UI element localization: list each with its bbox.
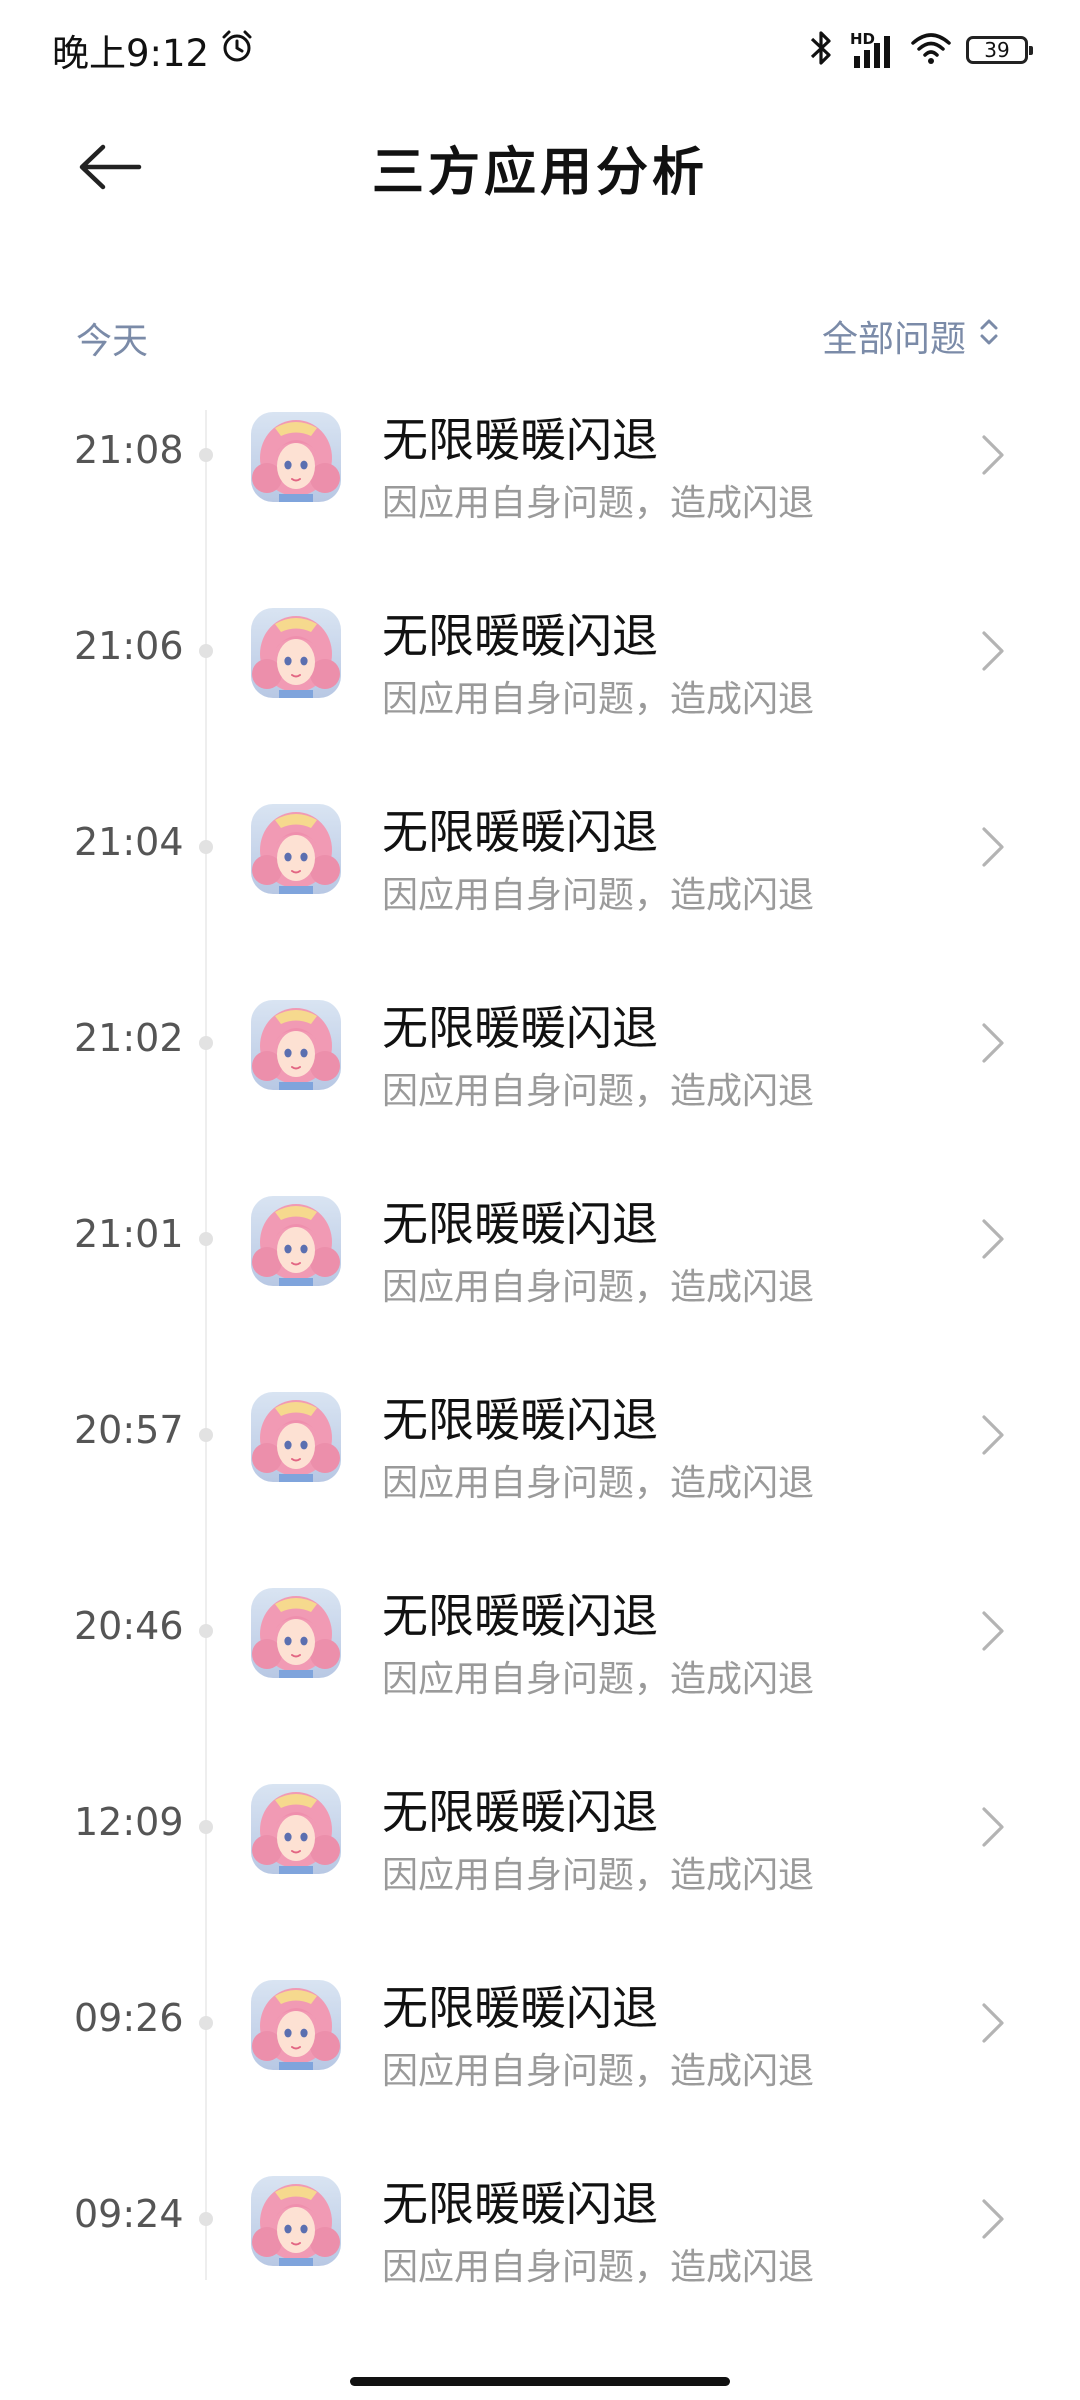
- crash-event-item[interactable]: 21:08 无限暖暖闪退 因应用自身问题，造成闪退: [0, 400, 1080, 552]
- chevron-right-icon: [978, 1020, 1008, 1066]
- gesture-bar[interactable]: [350, 2377, 730, 2386]
- chevron-right-icon: [978, 1412, 1008, 1458]
- event-subtitle: 因应用自身问题，造成闪退: [382, 2247, 815, 2288]
- crash-event-item[interactable]: 09:24 无限暖暖闪退 因应用自身问题，造成闪退: [0, 2120, 1080, 2290]
- timeline-dot: [199, 1820, 213, 1834]
- timeline-dot: [199, 2016, 213, 2030]
- timeline-dot: [199, 644, 213, 658]
- event-title: 无限暖暖闪退: [382, 1589, 658, 1643]
- status-right: HD 39: [806, 22, 1033, 78]
- issue-filter-label: 全部问题: [821, 319, 966, 360]
- event-subtitle: 因应用自身问题，造成闪退: [382, 1659, 815, 1700]
- event-title: 无限暖暖闪退: [382, 2177, 658, 2231]
- chevron-right-icon: [978, 628, 1008, 674]
- timeline-dot: [199, 1232, 213, 1246]
- event-subtitle: 因应用自身问题，造成闪退: [382, 679, 815, 720]
- event-time: 20:57: [74, 1408, 184, 1452]
- chevron-right-icon: [978, 432, 1008, 478]
- app-icon: [251, 1196, 341, 1286]
- crash-event-item[interactable]: 20:46 无限暖暖闪退 因应用自身问题，造成闪退: [0, 1532, 1080, 1728]
- chevron-right-icon: [978, 2000, 1008, 2046]
- crash-event-list[interactable]: 21:08 无限暖暖闪退 因应用自身问题，造成闪退 21:06 无限暖暖闪退 因…: [0, 400, 1080, 2290]
- event-title: 无限暖暖闪退: [382, 1197, 658, 1251]
- crash-event-list-inner: 21:08 无限暖暖闪退 因应用自身问题，造成闪退 21:06 无限暖暖闪退 因…: [0, 400, 1080, 2290]
- crash-event-item[interactable]: 20:57 无限暖暖闪退 因应用自身问题，造成闪退: [0, 1336, 1080, 1532]
- app-icon: [251, 1980, 341, 2070]
- event-time: 21:06: [74, 624, 184, 668]
- event-title: 无限暖暖闪退: [382, 1001, 658, 1055]
- event-time: 21:02: [74, 1016, 184, 1060]
- crash-event-item[interactable]: 21:04 无限暖暖闪退 因应用自身问题，造成闪退: [0, 748, 1080, 944]
- event-subtitle: 因应用自身问题，造成闪退: [382, 1267, 815, 1308]
- timeline-dot: [199, 840, 213, 854]
- app-icon: [251, 2176, 341, 2266]
- app-icon: [251, 1784, 341, 1874]
- chevron-right-icon: [978, 1216, 1008, 1262]
- event-subtitle: 因应用自身问题，造成闪退: [382, 875, 815, 916]
- signal-icon: HD: [850, 30, 896, 70]
- status-left: 晚上9:12: [52, 22, 255, 78]
- filter-row: 今天 全部问题: [0, 300, 1080, 370]
- chevron-right-icon: [978, 1804, 1008, 1850]
- timeline-dot: [199, 1428, 213, 1442]
- chevron-right-icon: [978, 824, 1008, 870]
- event-time: 09:26: [74, 1996, 184, 2040]
- header: 三方应用分析: [0, 100, 1080, 240]
- event-title: 无限暖暖闪退: [382, 805, 658, 859]
- event-title: 无限暖暖闪退: [382, 1785, 658, 1839]
- timeline-dot: [199, 2212, 213, 2226]
- crash-event-item[interactable]: 21:02 无限暖暖闪退 因应用自身问题，造成闪退: [0, 944, 1080, 1140]
- event-time: 21:04: [74, 820, 184, 864]
- app-icon: [251, 804, 341, 894]
- timeline-dot: [199, 1036, 213, 1050]
- status-bar: 晚上9:12 HD 39: [0, 0, 1080, 100]
- event-time: 21:01: [74, 1212, 184, 1256]
- crash-event-item[interactable]: 09:26 无限暖暖闪退 因应用自身问题，造成闪退: [0, 1924, 1080, 2120]
- app-icon: [251, 608, 341, 698]
- timeline-dot: [199, 1624, 213, 1638]
- app-icon: [251, 412, 341, 502]
- crash-event-item[interactable]: 21:06 无限暖暖闪退 因应用自身问题，造成闪退: [0, 552, 1080, 748]
- event-subtitle: 因应用自身问题，造成闪退: [382, 483, 815, 524]
- sort-chevrons-icon: [978, 315, 1000, 358]
- page-title: 三方应用分析: [371, 143, 708, 203]
- app-icon: [251, 1588, 341, 1678]
- event-title: 无限暖暖闪退: [382, 1393, 658, 1447]
- event-time: 20:46: [74, 1604, 184, 1648]
- crash-event-item[interactable]: 21:01 无限暖暖闪退 因应用自身问题，造成闪退: [0, 1140, 1080, 1336]
- alarm-icon: [219, 28, 255, 73]
- event-subtitle: 因应用自身问题，造成闪退: [382, 2051, 815, 2092]
- issue-filter-dropdown[interactable]: 全部问题: [822, 310, 1000, 362]
- status-time: 晚上9:12: [52, 32, 210, 75]
- event-subtitle: 因应用自身问题，造成闪退: [382, 1855, 815, 1896]
- app-icon: [251, 1000, 341, 1090]
- battery-level: 39: [984, 38, 1010, 62]
- timeline-dot: [199, 448, 213, 462]
- crash-event-item[interactable]: 12:09 无限暖暖闪退 因应用自身问题，造成闪退: [0, 1728, 1080, 1924]
- chevron-right-icon: [978, 2196, 1008, 2242]
- event-subtitle: 因应用自身问题，造成闪退: [382, 1071, 815, 1112]
- chevron-right-icon: [978, 1608, 1008, 1654]
- event-time: 09:24: [74, 2192, 184, 2236]
- date-label: 今天: [76, 321, 149, 362]
- event-time: 21:08: [74, 428, 184, 472]
- event-subtitle: 因应用自身问题，造成闪退: [382, 1463, 815, 1504]
- wifi-icon: [910, 30, 952, 70]
- event-title: 无限暖暖闪退: [382, 1981, 658, 2035]
- event-time: 12:09: [74, 1800, 184, 1844]
- app-icon: [251, 1392, 341, 1482]
- event-title: 无限暖暖闪退: [382, 609, 658, 663]
- bluetooth-icon: [806, 28, 836, 72]
- battery-icon: 39: [966, 36, 1033, 64]
- event-title: 无限暖暖闪退: [382, 413, 658, 467]
